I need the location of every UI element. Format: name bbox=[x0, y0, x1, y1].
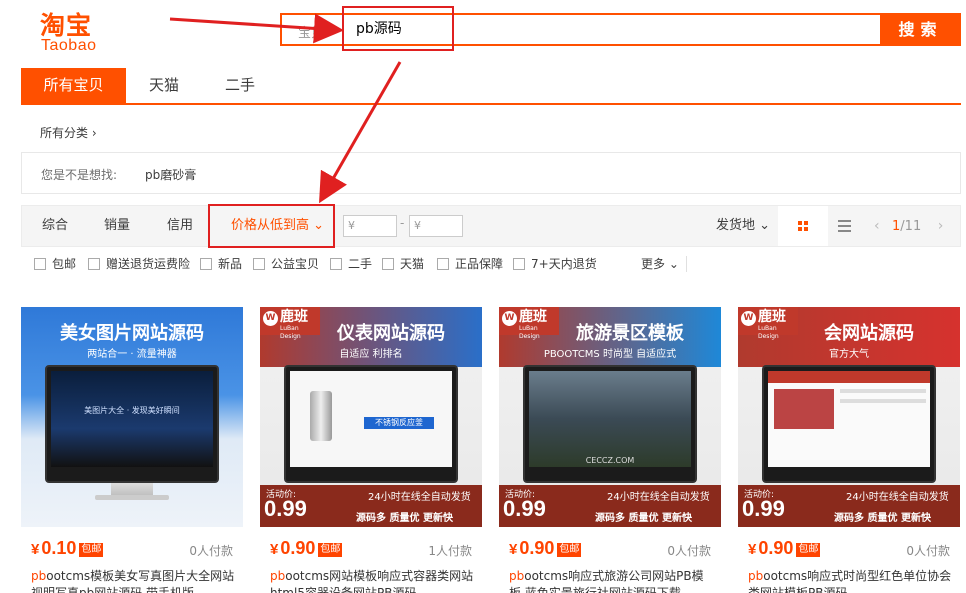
brand-tag: W 鹿班 LuBan Design bbox=[499, 307, 559, 340]
free-shipping-badge: 包邮 bbox=[557, 543, 582, 557]
filter-bar: 包邮 赠送退货运费险 新品 公益宝贝 二手 天猫 正品保障 7+天内退货 更多 … bbox=[21, 250, 961, 278]
checkbox[interactable] bbox=[513, 258, 525, 270]
product-title[interactable]: pbootcms响应式时尚型红色单位协会 bbox=[748, 568, 953, 585]
sort-bar: 综合 销量 信用 价格从低到高 ⌄ ¥ - ¥ 发货地 ⌄ ‹ 1/11 › bbox=[21, 205, 961, 247]
checkbox[interactable] bbox=[200, 258, 212, 270]
tab-bar: 所有宝贝 天猫 二手 bbox=[21, 68, 961, 105]
product-card[interactable]: 仪表网站源码 自适应 利排名 W 鹿班 LuBan Design 不锈钢反应釜 活动… bbox=[260, 307, 482, 593]
product-title-line2[interactable]: 视明写真pb网站源码 带手机版 bbox=[31, 585, 236, 593]
product-price: ¥0.90 包邮 bbox=[748, 538, 821, 558]
screen-text: 美图片大全 · 发现美好瞬间 bbox=[84, 406, 180, 415]
image-subtitle: 官方大气 bbox=[829, 349, 869, 360]
tab-tmall[interactable]: 天猫 bbox=[126, 68, 202, 103]
monitor-mockup: 不锈钢反应釜 bbox=[284, 365, 458, 483]
divider bbox=[686, 256, 687, 272]
product-title-line2[interactable]: html5容器设备网站PB源码 bbox=[270, 585, 475, 593]
product-card[interactable]: 旅游景区模板 PBOOTCMS 时尚型 自适应式 W 鹿班 LuBan Design… bbox=[499, 307, 721, 593]
filter-genuine[interactable]: 正品保障 bbox=[437, 250, 503, 278]
promo-banner: 活动价: 0.99 24小时在线全自动发货 源码多 质量优 更新快 bbox=[260, 485, 482, 527]
product-image[interactable]: 仪表网站源码 自适应 利排名 W 鹿班 LuBan Design 不锈钢反应釜 活动… bbox=[260, 307, 482, 527]
paid-count: 0人付款 bbox=[189, 544, 233, 558]
product-image[interactable]: 会网站源码 官方大气 W 鹿班 LuBan Design 活动价: 0.99 24小… bbox=[738, 307, 960, 527]
taobao-logo[interactable]: 淘宝 Taobao bbox=[40, 6, 110, 54]
screen-text: 不锈钢反应釜 bbox=[364, 417, 434, 429]
product-image[interactable]: 美女图片网站源码 两站合一 · 流量神器 美图片大全 · 发现美好瞬间 bbox=[21, 307, 243, 527]
pager: ‹ 1/11 › bbox=[874, 206, 943, 247]
image-subtitle: 自适应 利排名 bbox=[339, 349, 403, 360]
price-min-input[interactable]: ¥ bbox=[343, 215, 397, 237]
product-card[interactable]: 会网站源码 官方大气 W 鹿班 LuBan Design 活动价: 0.99 24小… bbox=[738, 307, 960, 593]
checkbox[interactable] bbox=[382, 258, 394, 270]
free-shipping-badge: 包邮 bbox=[79, 543, 104, 557]
brand-tag: W 鹿班 LuBan Design bbox=[738, 307, 798, 340]
search-button[interactable]: 搜索 bbox=[880, 13, 961, 46]
price-max-input[interactable]: ¥ bbox=[409, 215, 463, 237]
filter-second-hand[interactable]: 二手 bbox=[330, 250, 372, 278]
sort-sales[interactable]: 销量 bbox=[104, 206, 130, 246]
checkbox[interactable] bbox=[88, 258, 100, 270]
checkbox[interactable] bbox=[437, 258, 449, 270]
suggestion-link[interactable]: pb磨砂膏 bbox=[145, 166, 196, 183]
filter-7day-return[interactable]: 7+天内退货 bbox=[513, 250, 597, 278]
sort-default[interactable]: 综合 bbox=[42, 206, 68, 246]
product-title[interactable]: pbootcms网站模板响应式容器类网站 bbox=[270, 568, 475, 585]
free-shipping-badge: 包邮 bbox=[318, 543, 343, 557]
promo-banner: 活动价: 0.99 24小时在线全自动发货 源码多 质量优 更新快 bbox=[499, 485, 721, 527]
chevron-left-icon[interactable]: ‹ bbox=[874, 218, 880, 234]
sort-credit[interactable]: 信用 bbox=[167, 206, 193, 246]
free-shipping-badge: 包邮 bbox=[796, 543, 821, 557]
filter-free-shipping[interactable]: 包邮 bbox=[34, 250, 76, 278]
promo-banner: 活动价: 0.99 24小时在线全自动发货 源码多 质量优 更新快 bbox=[738, 485, 960, 527]
annotation-box-price bbox=[208, 204, 335, 248]
filter-return-insurance[interactable]: 赠送退货运费险 bbox=[88, 250, 190, 278]
product-price: ¥0.90 包邮 bbox=[509, 538, 582, 558]
filter-tmall[interactable]: 天猫 bbox=[382, 250, 424, 278]
checkbox[interactable] bbox=[34, 258, 46, 270]
chevron-right-icon: ▸ bbox=[326, 29, 332, 40]
tab-all-items[interactable]: 所有宝贝 bbox=[21, 68, 126, 103]
paid-count: 0人付款 bbox=[906, 544, 950, 558]
suggestion-bar: 您是不是想找: pb磨砂膏 bbox=[21, 152, 961, 194]
monitor-mockup: 美图片大全 · 发现美好瞬间 bbox=[45, 365, 219, 483]
image-title: 美女图片网站源码 bbox=[60, 323, 204, 344]
screen-text: CECCZ.COM bbox=[585, 456, 635, 465]
list-view-icon[interactable] bbox=[838, 220, 851, 232]
product-price: ¥0.10 包邮 bbox=[31, 538, 104, 558]
product-image[interactable]: 旅游景区模板 PBOOTCMS 时尚型 自适应式 W 鹿班 LuBan Design… bbox=[499, 307, 721, 527]
product-title[interactable]: pbootcms响应式旅游公司网站PB模 bbox=[509, 568, 714, 585]
grid-view-icon[interactable] bbox=[778, 206, 828, 246]
product-title-line2[interactable]: 板 蓝色实景旅行社网站源码下载 bbox=[509, 585, 714, 593]
tab-second-hand[interactable]: 二手 bbox=[202, 68, 278, 103]
checkbox[interactable] bbox=[330, 258, 342, 270]
product-price: ¥0.90 包邮 bbox=[270, 538, 343, 558]
product-title[interactable]: pbootcms模板美女写真图片大全网站 bbox=[31, 568, 236, 585]
image-subtitle: PBOOTCMS 时尚型 自适应式 bbox=[543, 349, 677, 360]
price-range-dash: - bbox=[400, 216, 405, 230]
all-categories-link[interactable]: 所有分类 › bbox=[40, 124, 97, 141]
paid-count: 1人付款 bbox=[428, 544, 472, 558]
ship-from-dropdown[interactable]: 发货地 ⌄ bbox=[716, 206, 770, 246]
filter-charity[interactable]: 公益宝贝 bbox=[253, 250, 319, 278]
monitor-mockup bbox=[762, 365, 936, 483]
monitor-mockup: CECCZ.COM bbox=[523, 365, 697, 483]
product-title-line2[interactable]: 类网站模板PB源码 bbox=[748, 585, 953, 593]
chevron-right-icon[interactable]: › bbox=[938, 218, 944, 234]
logo-english: Taobao bbox=[41, 37, 97, 54]
filters-more-button[interactable]: 更多 ⌄ bbox=[641, 250, 679, 278]
page-total: /11 bbox=[900, 219, 922, 234]
product-card[interactable]: 美女图片网站源码 两站合一 · 流量神器 美图片大全 · 发现美好瞬间 ¥0.1… bbox=[21, 307, 243, 593]
suggestion-label: 您是不是想找: bbox=[41, 168, 118, 182]
checkbox[interactable] bbox=[253, 258, 265, 270]
brand-tag: W 鹿班 LuBan Design bbox=[260, 307, 320, 340]
paid-count: 0人付款 bbox=[667, 544, 711, 558]
search-scope-dropdown[interactable]: 宝贝 ▸ bbox=[298, 22, 331, 41]
annotation-box-search bbox=[342, 6, 454, 51]
image-subtitle: 两站合一 · 流量神器 bbox=[87, 349, 177, 360]
filter-new[interactable]: 新品 bbox=[200, 250, 242, 278]
